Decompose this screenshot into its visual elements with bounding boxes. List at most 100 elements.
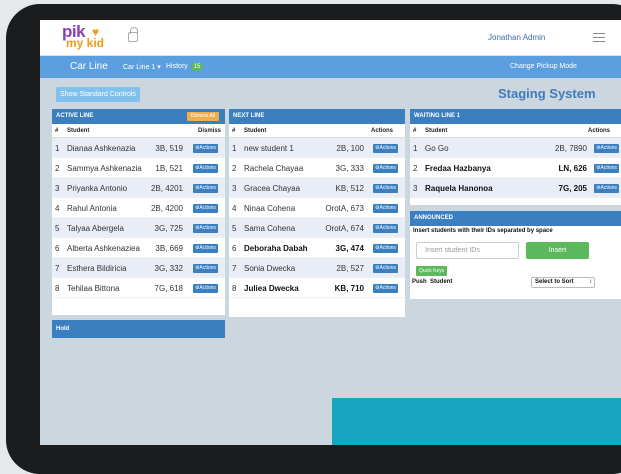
student-room: 3G, 725: [154, 224, 183, 233]
actions-button[interactable]: Actions: [373, 244, 398, 253]
student-room: LN, 626: [558, 164, 587, 173]
change-pickup-mode-link[interactable]: Change Pickup Mode: [510, 63, 577, 70]
announced-title: ANNOUNCED: [414, 215, 453, 221]
actions-button[interactable]: Actions: [594, 164, 619, 173]
student-name: Sammya Ashkenazia: [67, 164, 142, 173]
actions-button[interactable]: Actions: [193, 184, 218, 193]
actions-button[interactable]: Actions: [373, 164, 398, 173]
show-standard-controls-button[interactable]: Show Standard Controls: [56, 87, 140, 102]
row-number: 8: [55, 284, 60, 293]
active-line-title: ACTIVE LINE: [56, 113, 94, 119]
student-name: Esthera Bildiricia: [67, 264, 127, 273]
sort-select[interactable]: Select to Sort: [531, 277, 595, 288]
student-room: 2B, 527: [336, 264, 364, 273]
student-name: Ninaa Cohena: [244, 204, 296, 213]
announced-header: ANNOUNCED: [410, 211, 621, 226]
car-line-dropdown[interactable]: Car Line 1 ▾: [123, 63, 161, 71]
table-row[interactable]: 2 Rachela Chayaa 3G, 333 Actions: [229, 158, 405, 178]
insert-button[interactable]: Insert: [526, 242, 589, 259]
actions-button[interactable]: Actions: [594, 144, 619, 153]
waiting-line-column-header: # Student Actions: [410, 124, 621, 138]
hamburger-menu-icon[interactable]: [593, 33, 605, 42]
quick-keys-button[interactable]: Quick Keys: [416, 266, 448, 276]
table-row[interactable]: 3 Raquela Hanonoa 7G, 205 Actions: [410, 178, 621, 198]
row-number: 6: [232, 244, 237, 253]
actions-button[interactable]: Actions: [193, 264, 218, 273]
actions-button[interactable]: Actions: [193, 144, 218, 153]
next-line-title: NEXT LINE: [233, 113, 265, 119]
student-name: Raquela Hanonoa: [425, 184, 493, 193]
actions-button[interactable]: Actions: [594, 184, 619, 193]
history-link[interactable]: History 15: [166, 63, 204, 71]
row-number: 6: [55, 244, 60, 253]
actions-button[interactable]: Actions: [373, 224, 398, 233]
table-row[interactable]: 4 Ninaa Cohena OrotA, 673 Actions: [229, 198, 405, 218]
hold-panel-header[interactable]: Hold: [52, 320, 225, 338]
row-number: 2: [413, 164, 418, 173]
actions-button[interactable]: Actions: [193, 164, 218, 173]
row-number: 1: [413, 144, 418, 153]
student-room: 3G, 332: [154, 264, 183, 273]
student-room: 3B, 669: [155, 244, 183, 253]
nav-bar: Car Line Car Line 1 ▾ History 15 Change P…: [40, 56, 621, 78]
actions-button[interactable]: Actions: [373, 264, 398, 273]
table-row[interactable]: 8 Juliea Dwecka KB, 710 Actions: [229, 278, 405, 298]
history-label: History: [166, 63, 188, 70]
active-line-panel: ACTIVE LINE Dismiss All # Student Dismis…: [52, 109, 225, 315]
actions-button[interactable]: Actions: [373, 284, 398, 293]
actions-button[interactable]: Actions: [373, 204, 398, 213]
col-num: #: [55, 128, 59, 134]
table-row[interactable]: 7 Esthera Bildiricia 3G, 332 Actions: [52, 258, 225, 278]
actions-button[interactable]: Actions: [373, 144, 398, 153]
actions-button[interactable]: Actions: [193, 204, 218, 213]
student-name: Rahul Antonia: [67, 204, 117, 213]
col-student: Student: [244, 128, 267, 134]
student-name: Alberta Ashkenaziea: [67, 244, 140, 253]
student-room: OrotA, 673: [325, 204, 364, 213]
student-name: Go Go: [425, 144, 449, 153]
table-row[interactable]: 6 Deboraha Dabah 3G, 474 Actions: [229, 238, 405, 258]
row-number: 7: [55, 264, 60, 273]
row-number: 4: [55, 204, 60, 213]
logo-text-bottom: my kid: [66, 36, 105, 50]
table-row[interactable]: 1 new student 1 2B, 100 Actions: [229, 138, 405, 158]
col-actions: Actions: [588, 128, 611, 134]
table-row[interactable]: 1 Go Go 2B, 7890 Actions: [410, 138, 621, 158]
student-room: 1B, 521: [155, 164, 183, 173]
table-row[interactable]: 2 Fredaa Hazbanya LN, 626 Actions: [410, 158, 621, 178]
student-name: Tehilaa Bittona: [67, 284, 120, 293]
col-push: Push: [412, 279, 427, 285]
student-name: Dianaa Ashkenazia: [67, 144, 136, 153]
table-row[interactable]: 6 Alberta Ashkenaziea 3B, 669 Actions: [52, 238, 225, 258]
row-number: 2: [232, 164, 237, 173]
student-name: Fredaa Hazbanya: [425, 164, 491, 173]
student-room: KB, 512: [335, 184, 364, 193]
user-name[interactable]: Jonathan Admin: [488, 33, 545, 42]
student-name: Rachela Chayaa: [244, 164, 304, 173]
actions-button[interactable]: Actions: [193, 244, 218, 253]
student-ids-input[interactable]: Insert student IDs: [416, 242, 519, 259]
table-row[interactable]: 7 Sonia Dwecka 2B, 527 Actions: [229, 258, 405, 278]
table-row[interactable]: 5 Talyaa Abergela 3G, 725 Actions: [52, 218, 225, 238]
app-screen: pik ♥ my kid Jonathan Admin Car Line Car…: [40, 20, 621, 445]
actions-button[interactable]: Actions: [193, 284, 218, 293]
waiting-line-header: WAITING LINE 1: [410, 109, 621, 124]
table-row[interactable]: 2 Sammya Ashkenazia 1B, 521 Actions: [52, 158, 225, 178]
pikmykid-logo[interactable]: pik ♥ my kid: [62, 22, 114, 52]
table-row[interactable]: 4 Rahul Antonia 2B, 4200 Actions: [52, 198, 225, 218]
table-row[interactable]: 1 Dianaa Ashkenazia 3B, 519 Actions: [52, 138, 225, 158]
waiting-line-title: WAITING LINE 1: [414, 113, 461, 119]
table-row[interactable]: 3 Priyanka Antonio 2B, 4201 Actions: [52, 178, 225, 198]
table-row[interactable]: 3 Gracea Chayaa KB, 512 Actions: [229, 178, 405, 198]
student-name: Gracea Chayaa: [244, 184, 301, 193]
table-row[interactable]: 8 Tehilaa Bittona 7G, 618 Actions: [52, 278, 225, 298]
top-header: pik ♥ my kid Jonathan Admin: [40, 20, 621, 56]
dismiss-all-button[interactable]: Dismiss All: [186, 112, 219, 121]
actions-button[interactable]: Actions: [373, 184, 398, 193]
actions-button[interactable]: Actions: [193, 224, 218, 233]
active-line-column-header: # Student Dismiss: [52, 124, 225, 138]
lock-icon[interactable]: [128, 27, 138, 42]
row-number: 2: [55, 164, 60, 173]
table-row[interactable]: 5 Sama Cohena OrotA, 674 Actions: [229, 218, 405, 238]
nav-title[interactable]: Car Line: [70, 61, 108, 72]
